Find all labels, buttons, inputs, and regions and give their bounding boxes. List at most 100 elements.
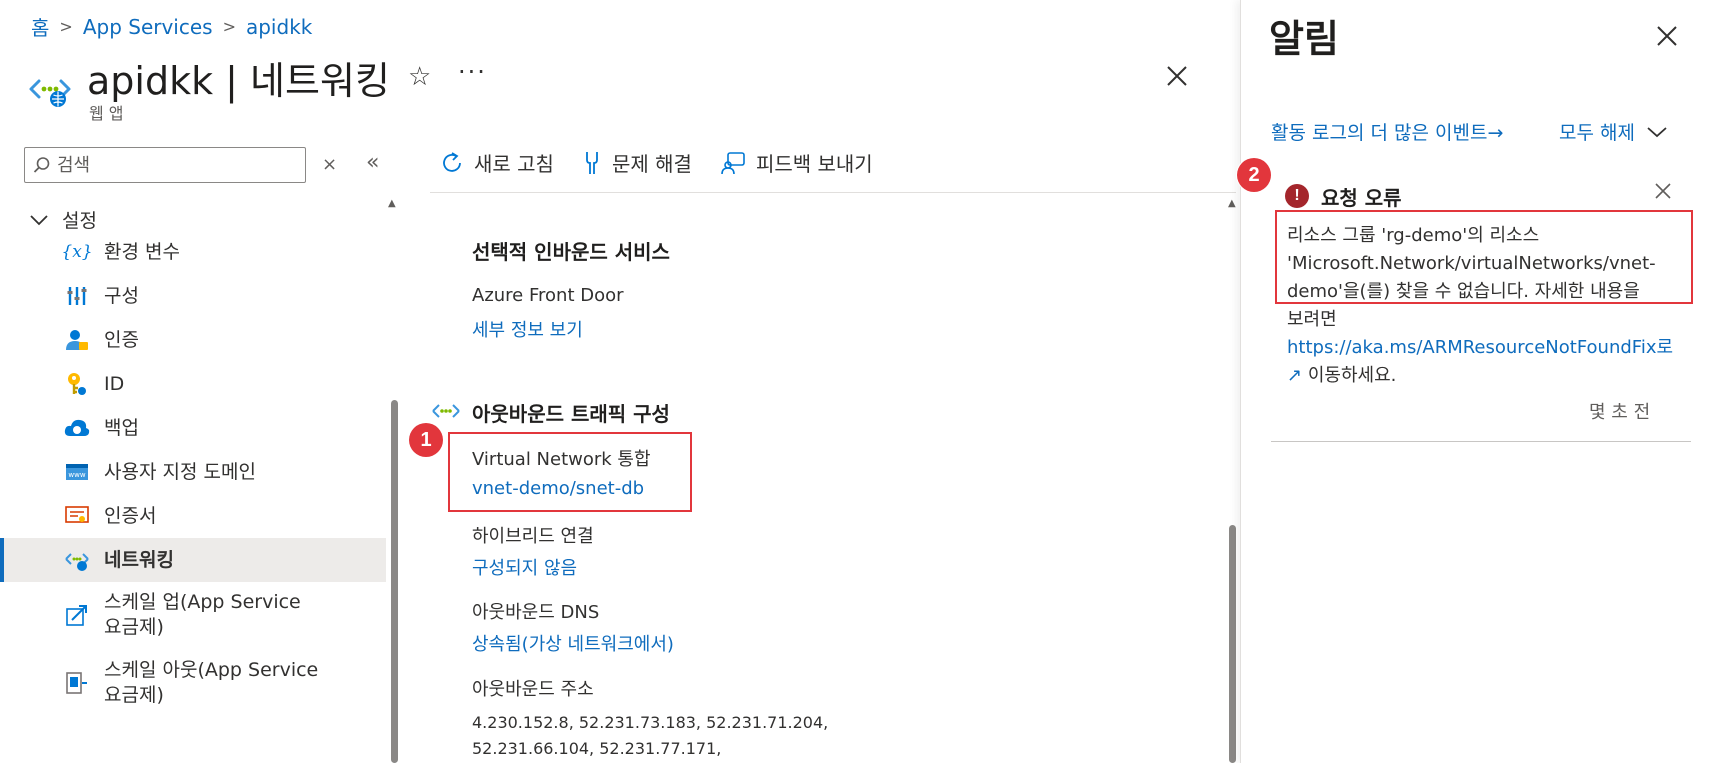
search-clear-button[interactable]: × [322,154,337,175]
sidebar-nav: 설정 {x} 환경 변수 구성 인증 ID 백업 www 사용자 지정 도메인 [0,200,386,763]
scale-out-icon [64,670,90,696]
sidebar-item-label: 인증 [104,328,139,351]
outbound-dns-label: 아웃바운드 DNS [472,602,600,623]
breadcrumb-separator: > [59,17,73,36]
sidebar-item-label-line2: 요금제) [104,616,164,638]
arm-resource-link[interactable]: https://aka.ms/ARMResourceNotFoundFix로 [1287,337,1673,358]
scale-up-icon [64,602,90,628]
sidebar-item-label: 구성 [104,284,139,307]
sidebar-item-label: 스케일 업(App Service 요금제) [104,590,301,640]
sidebar-item-backup[interactable]: 백업 [0,406,386,450]
message-line1: 리소스 그룹 'rg-demo'의 리소스 [1287,225,1540,246]
breadcrumb-home[interactable]: 홈 [31,12,49,41]
toolbar-divider [430,192,1236,193]
outbound-addresses-line2: 52.231.66.104, 52.231.77.171, [472,739,722,758]
callout-box-1 [448,432,692,512]
vnet-integration-label: Virtual Network 통합 [472,449,651,470]
vnet-integration-link[interactable]: vnet-demo/snet-db [472,478,644,499]
troubleshoot-label: 문제 해결 [611,152,692,176]
chevron-down-icon [1647,126,1667,137]
nav-scrollbar-thumb[interactable] [391,400,398,763]
refresh-label: 새로 고침 [474,152,554,176]
sidebar-item-config[interactable]: 구성 [0,274,386,318]
nav-group-settings[interactable]: 설정 [30,206,97,233]
sidebar-item-label: 스케일 아웃(App Service 요금제) [104,658,318,708]
sidebar-item-label-line1: 스케일 아웃(App Service [104,659,319,681]
breadcrumb: 홈 > App Services > apidkk [31,12,312,41]
feedback-button[interactable]: 피드백 보내기 [720,148,873,177]
hybrid-connection-link[interactable]: 구성되지 않음 [472,554,577,580]
notifications-close-button[interactable] [1656,20,1678,55]
sidebar-item-networking[interactable]: 네트워킹 [0,538,386,582]
message-line4: 보려면 [1287,309,1337,330]
user-lock-icon [64,327,90,353]
callout-badge-1: 1 [409,423,443,457]
notification-message: 리소스 그룹 'rg-demo'의 리소스 'Microsoft.Network… [1287,222,1687,390]
content-scrollbar-thumb[interactable] [1229,525,1236,763]
sliders-icon [64,283,90,309]
activity-log-link[interactable]: 활동 로그의 더 많은 이벤트→ [1271,118,1503,145]
sidebar-item-custom-domains[interactable]: www 사용자 지정 도메인 [0,450,386,494]
svg-text:www: www [68,471,85,479]
notification-time: 몇 초 전 [1589,402,1651,423]
sidebar-item-auth[interactable]: 인증 [0,318,386,362]
breadcrumb-separator: > [222,17,236,36]
hybrid-connection-label: 하이브리드 연결 [472,526,594,547]
inbound-services-heading: 선택적 인바운드 서비스 [472,240,670,264]
callout-badge-2: 2 [1237,158,1271,192]
search-box [24,147,306,183]
collapse-sidebar-button[interactable]: « [366,150,379,175]
chevron-down-icon [30,214,48,225]
notification-card: ! 요청 오류 리소스 그룹 'rg-demo'의 리소스 'Microsoft… [1271,170,1693,442]
message-line3: demo'을(를) 찾을 수 없습니다. 자세한 내용을 [1287,281,1640,302]
sidebar-item-label-line2: 요금제) [104,684,164,706]
breadcrumb-apidkk[interactable]: apidkk [246,15,312,39]
dismiss-all-button[interactable]: 모두 해제 [1559,118,1667,145]
search-input[interactable] [57,154,277,176]
search-icon [33,157,50,173]
error-icon: ! [1285,184,1309,208]
nav-scroll-up-arrow[interactable]: ▲ [388,198,396,209]
external-link-icon: ↗ [1287,365,1303,386]
sidebar-item-identity[interactable]: ID [0,362,386,406]
cloud-backup-icon [64,415,90,441]
outbound-traffic-heading: 아웃바운드 트래픽 구성 [472,402,670,426]
www-icon: www [64,459,90,485]
outbound-addresses-label: 아웃바운드 주소 [472,679,594,700]
sidebar-item-label-line1: 스케일 업(App Service [104,591,301,613]
key-icon [64,371,90,397]
content-scroll-up-arrow[interactable]: ▲ [1228,198,1236,209]
favorite-button[interactable]: ☆ [408,62,431,92]
networking-icon [64,547,90,573]
sidebar-item-env-vars[interactable]: {x} 환경 변수 [0,230,386,274]
notification-title: 요청 오류 [1321,186,1402,210]
sidebar-item-scale-out[interactable]: 스케일 아웃(App Service 요금제) [0,650,386,716]
networking-app-icon [27,66,73,112]
outbound-networking-icon [431,400,461,426]
sidebar-item-certificates[interactable]: 인증서 [0,494,386,538]
refresh-icon [443,151,461,172]
command-bar: 새로 고침 문제 해결 피드백 보내기 [440,148,873,177]
blade-close-button[interactable] [1166,60,1196,90]
sidebar-item-label: 네트워킹 [104,548,174,571]
troubleshoot-button[interactable]: 문제 해결 [582,148,692,177]
sidebar-item-label: ID [104,372,125,395]
sidebar-item-scale-up[interactable]: 스케일 업(App Service 요금제) [0,582,386,648]
outbound-dns-link[interactable]: 상속됨(가상 네트워크에서) [472,630,674,656]
view-details-link[interactable]: 세부 정보 보기 [472,316,583,342]
more-button[interactable]: ··· [458,58,487,86]
nav-group-label: 설정 [62,210,97,232]
star-outline-icon: ☆ [408,62,432,92]
dismiss-all-label: 모두 해제 [1559,122,1635,144]
wrench-icon [586,151,598,174]
sidebar-item-label: 사용자 지정 도메인 [104,460,256,483]
feedback-label: 피드백 보내기 [755,152,873,176]
outbound-addresses-value: 4.230.152.8, 52.231.73.183, 52.231.71.20… [472,710,828,762]
notification-close-button[interactable] [1655,180,1671,205]
breadcrumb-app-services[interactable]: App Services [83,15,213,39]
notifications-title: 알림 [1269,17,1339,61]
page-subtitle: 웹 앱 [89,104,124,123]
close-icon [1167,66,1187,86]
notifications-panel: 알림 활동 로그의 더 많은 이벤트→ 모두 해제 2 ! 요청 오류 리소스 … [1237,0,1710,763]
refresh-button[interactable]: 새로 고침 [440,148,554,177]
